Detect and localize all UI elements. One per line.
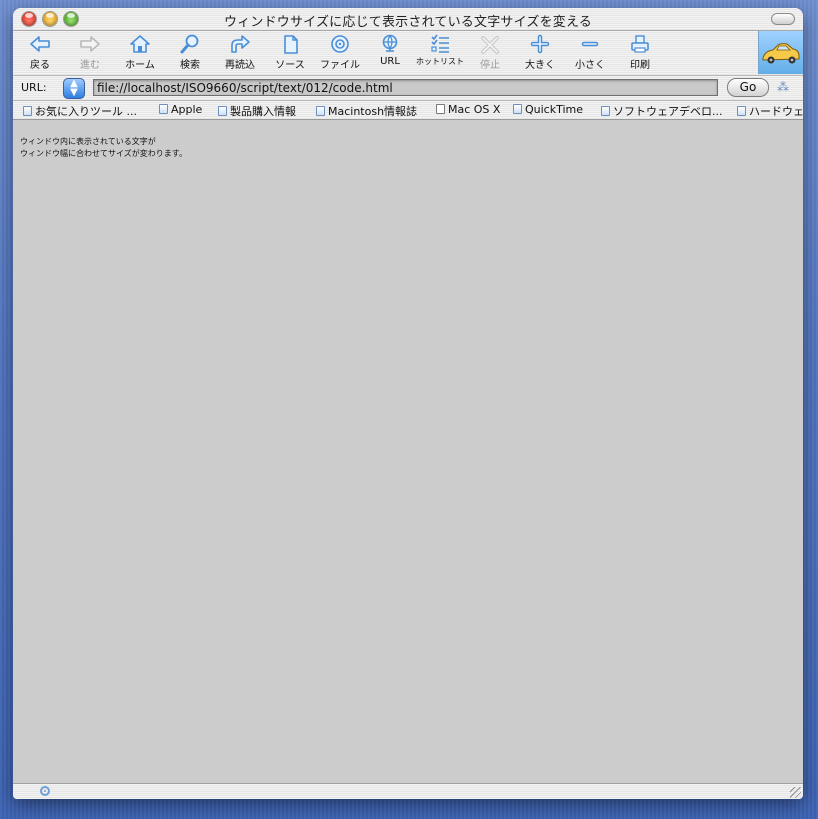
favorite-label: Apple (171, 103, 203, 116)
minus-icon (581, 41, 599, 47)
source-button[interactable]: ソース (265, 33, 315, 73)
print-label: 印刷 (630, 60, 650, 71)
folder-icon (218, 106, 227, 116)
folder-icon (23, 106, 32, 116)
favorites-bar: お気に入りツール ... Apple 製品購入情報 Macintosh情報誌 M… (13, 101, 803, 120)
back-arrow-icon (30, 36, 50, 52)
file-disc-icon (331, 35, 349, 53)
forward-button[interactable]: 進む (65, 33, 115, 73)
browser-window: ウィンドウサイズに応じて表示されている文字サイズを変える 戻る 進む ホーム 検… (13, 8, 803, 799)
folder-icon (159, 104, 168, 114)
favorite-item[interactable]: ハードウェ (737, 103, 803, 119)
text-bigger-button[interactable]: 大きく (515, 33, 565, 73)
url-input[interactable]: file://localhost/ISO9660/script/text/012… (93, 79, 718, 96)
text-smaller-button[interactable]: 小さく (565, 33, 615, 73)
text-smaller-label: 小さく (575, 60, 605, 71)
home-button[interactable]: ホーム (115, 33, 165, 73)
folder-icon (316, 106, 325, 116)
up-down-arrows-icon: ▲ ▼ (70, 78, 78, 98)
window-title: ウィンドウサイズに応じて表示されている文字サイズを変える (223, 15, 593, 30)
favorite-item[interactable]: Mac OS X (436, 103, 500, 116)
folder-icon (601, 106, 610, 116)
site-settings-icon[interactable]: ⁂ (777, 80, 789, 94)
car-logo-icon (762, 43, 800, 64)
source-label: ソース (275, 60, 305, 71)
search-icon (180, 34, 199, 54)
favorite-label: ハードウェ (749, 105, 803, 118)
plus-icon (530, 34, 550, 54)
stop-label: 停止 (480, 60, 500, 71)
favorite-label: お気に入りツール ... (35, 105, 137, 118)
url-globe-icon (382, 34, 398, 52)
favorite-item[interactable]: お気に入りツール ... (23, 103, 137, 119)
throbber-logo (758, 31, 803, 74)
favorite-item[interactable]: ソフトウェアデベロ... (601, 103, 723, 119)
refresh-button[interactable]: 再読込 (215, 33, 265, 73)
favorite-item[interactable]: Macintosh情報誌 (316, 103, 417, 119)
url-button[interactable]: URL (365, 33, 415, 73)
print-button[interactable]: 印刷 (615, 33, 665, 73)
content-text-line: ウィンドウ内に表示されている文字が (20, 137, 156, 146)
stop-button[interactable]: 停止 (465, 33, 515, 73)
stop-x-icon (481, 36, 499, 54)
home-label: ホーム (125, 60, 155, 71)
favorite-label: Mac OS X (448, 103, 501, 116)
favorite-item[interactable]: 製品購入情報 (218, 103, 296, 119)
go-button[interactable]: Go (727, 78, 769, 97)
printer-icon (631, 35, 649, 53)
page-icon (436, 104, 445, 114)
refresh-label: 再読込 (225, 60, 255, 71)
folder-icon (513, 104, 522, 114)
resize-grip[interactable] (790, 787, 801, 798)
hotlist-label: ホットリスト (416, 57, 464, 66)
forward-label: 進む (80, 60, 100, 71)
favorite-label: 製品購入情報 (230, 105, 296, 118)
favorite-item[interactable]: Apple (159, 103, 202, 116)
text-bigger-label: 大きく (525, 60, 555, 71)
title-bar[interactable]: ウィンドウサイズに応じて表示されている文字サイズを変える (13, 8, 803, 31)
favorite-label: Macintosh情報誌 (328, 105, 418, 118)
toolbar: 戻る 進む ホーム 検索 再読込 ソース ファイル URL ホットリスト 停止 … (13, 31, 803, 76)
toolbar-toggle-button[interactable] (771, 13, 795, 25)
forward-arrow-icon (80, 36, 100, 52)
url-label: URL (380, 56, 400, 67)
address-bar: URL: ▲ ▼ file://localhost/ISO9660/script/… (13, 76, 803, 101)
file-button[interactable]: ファイル (315, 33, 365, 73)
favorite-label: QuickTime (525, 103, 584, 116)
favorite-item[interactable]: QuickTime (513, 103, 583, 116)
page-content: ウィンドウ内に表示されている文字が ウィンドウ幅に合わせてサイズが変わります。 (13, 120, 803, 783)
search-label: 検索 (180, 60, 200, 71)
connection-status-icon (40, 786, 50, 796)
url-label: URL: (21, 81, 47, 94)
hotlist-icon (431, 34, 449, 53)
folder-icon (737, 106, 746, 116)
home-icon (130, 35, 150, 53)
back-button[interactable]: 戻る (15, 33, 65, 73)
content-text-line: ウィンドウ幅に合わせてサイズが変わります。 (20, 149, 187, 158)
favorite-label: ソフトウェアデベロ... (613, 105, 723, 118)
refresh-icon (231, 35, 250, 53)
file-label: ファイル (320, 60, 360, 71)
search-button[interactable]: 検索 (165, 33, 215, 73)
status-bar (13, 783, 803, 799)
history-popup-button[interactable]: ▲ ▼ (63, 78, 85, 99)
source-document-icon (284, 35, 298, 54)
back-label: 戻る (30, 60, 50, 71)
hotlist-button[interactable]: ホットリスト (415, 33, 465, 73)
